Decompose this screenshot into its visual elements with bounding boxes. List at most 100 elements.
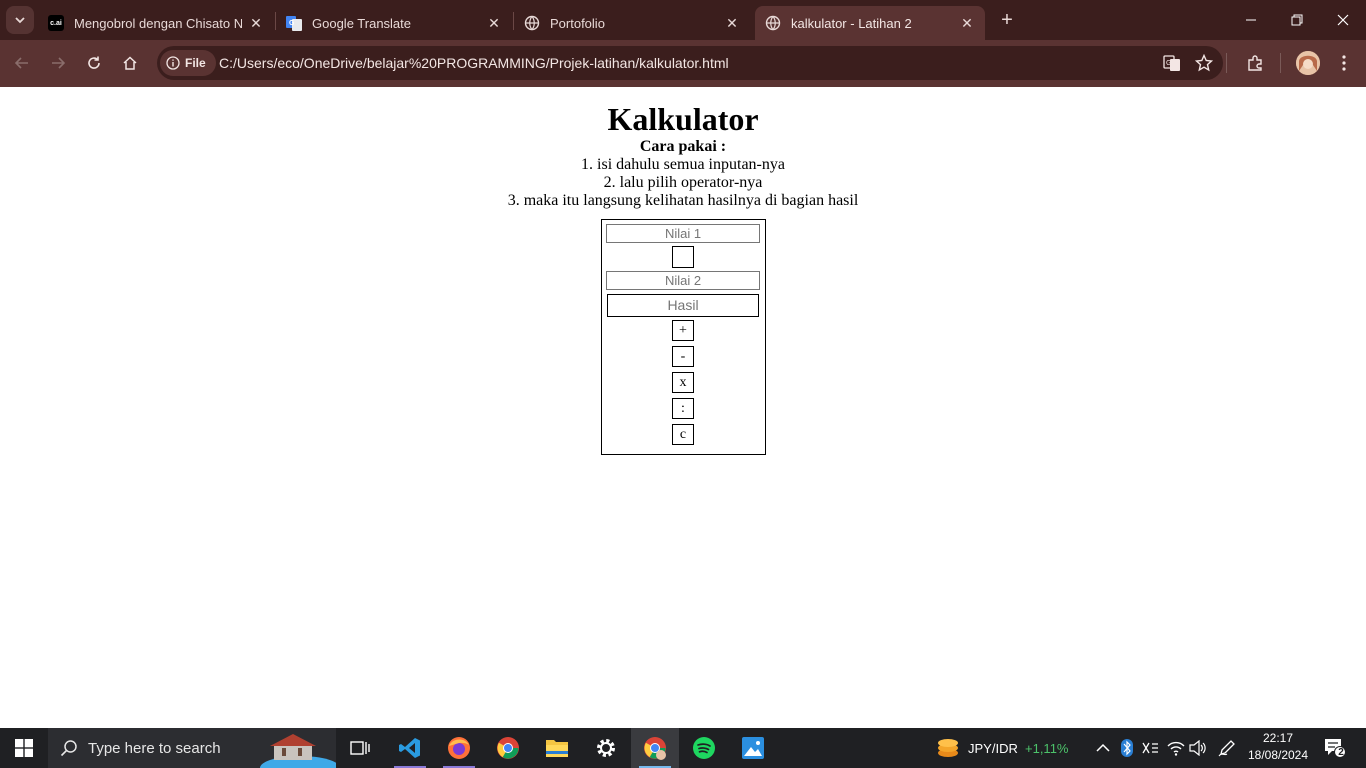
- menu-kebab-icon[interactable]: [1332, 51, 1356, 75]
- instructions-heading: Cara pakai :: [639, 138, 727, 155]
- minimize-icon: [1246, 19, 1256, 21]
- stock-widget-icon[interactable]: [936, 737, 960, 759]
- clock-time: 22:17: [1262, 731, 1294, 745]
- taskbar-clock[interactable]: 22:17 18/08/2024: [1240, 730, 1316, 764]
- keyboard-ime-icon[interactable]: [1141, 740, 1159, 756]
- tab-google-translate[interactable]: G Google Translate ✕: [276, 6, 512, 40]
- wifi-icon[interactable]: [1167, 740, 1185, 756]
- bluetooth-icon[interactable]: [1121, 739, 1133, 757]
- gear-icon: [597, 739, 615, 757]
- tab-search-button[interactable]: [6, 6, 34, 34]
- taskbar-app-spotify[interactable]: [680, 728, 728, 768]
- back-button[interactable]: [8, 49, 36, 77]
- arrow-left-icon: [14, 57, 28, 69]
- taskbar-app-firefox[interactable]: [435, 728, 483, 768]
- instruction-step: 2. lalu pilih operator-nya: [603, 174, 763, 191]
- info-icon: [166, 56, 180, 70]
- taskbar-app-settings[interactable]: [582, 728, 630, 768]
- notification-count: 2: [1338, 747, 1344, 758]
- tab-title: Portofolio: [550, 15, 605, 31]
- close-tab-icon[interactable]: ✕: [724, 15, 740, 32]
- close-window-button[interactable]: [1320, 0, 1366, 40]
- url-text[interactable]: C:/Users/eco/OneDrive/belajar%20PROGRAMM…: [219, 55, 729, 71]
- taskbar-app-chrome[interactable]: [484, 728, 532, 768]
- result-output: Hasil: [607, 294, 759, 317]
- value-1-input[interactable]: Nilai 1: [606, 224, 760, 243]
- arrow-right-icon: [52, 57, 66, 69]
- restore-button[interactable]: [1274, 0, 1320, 40]
- site-chip-label: File: [185, 56, 206, 70]
- calculator-panel: Nilai 1 Nilai 2 Hasil + - x : c: [601, 219, 766, 455]
- task-view-button[interactable]: [336, 728, 384, 768]
- tab-portofolio[interactable]: Portofolio ✕: [514, 6, 750, 40]
- svg-text:G: G: [1166, 60, 1171, 67]
- volume-icon[interactable]: [1189, 740, 1207, 756]
- start-button[interactable]: [0, 728, 48, 768]
- close-icon: [1337, 14, 1349, 26]
- reload-icon: [88, 56, 100, 69]
- globe-icon: [524, 15, 540, 31]
- taskbar-app-photos[interactable]: [729, 728, 777, 768]
- tab-title: Google Translate: [312, 15, 412, 31]
- value-2-input[interactable]: Nilai 2: [606, 271, 760, 290]
- windows-taskbar: Type here to search JPY/IDR +1,11% 2: [0, 728, 1366, 768]
- tab-title: kalkulator - Latihan 2: [791, 15, 912, 31]
- chevron-up-icon[interactable]: [1096, 743, 1110, 753]
- minimize-button[interactable]: [1228, 0, 1274, 40]
- toolbar-divider: [1280, 53, 1281, 73]
- chrome-icon: [497, 737, 519, 759]
- vscode-icon: [399, 738, 420, 758]
- close-tab-icon[interactable]: ✕: [959, 15, 975, 32]
- firefox-icon: [448, 737, 470, 759]
- divide-button[interactable]: :: [672, 398, 694, 419]
- operator-display: [672, 246, 694, 268]
- stock-ticker[interactable]: JPY/IDR: [968, 741, 1018, 756]
- pen-icon[interactable]: [1218, 739, 1236, 757]
- translate-page-icon[interactable]: G: [1160, 51, 1184, 75]
- bookmark-star-icon[interactable]: [1192, 51, 1216, 75]
- restore-icon: [1291, 14, 1303, 26]
- clear-button[interactable]: c: [672, 424, 694, 445]
- profile-avatar[interactable]: [1296, 51, 1320, 75]
- stock-change: +1,11%: [1025, 741, 1069, 756]
- photos-icon: [742, 737, 764, 759]
- instructions: Cara pakai : 1. isi dahulu semua inputan…: [0, 138, 1366, 210]
- close-tab-icon[interactable]: ✕: [486, 15, 502, 32]
- home-icon: [123, 56, 137, 70]
- new-tab-button[interactable]: +: [995, 8, 1019, 32]
- taskbar-app-file-explorer[interactable]: [533, 728, 581, 768]
- taskbar-app-vscode[interactable]: [386, 728, 434, 768]
- folder-icon: [546, 740, 568, 757]
- spotify-icon: [693, 737, 715, 759]
- instruction-step: 1. isi dahulu semua inputan-nya: [581, 156, 785, 173]
- reload-button[interactable]: [80, 49, 108, 77]
- add-button[interactable]: +: [672, 320, 694, 341]
- google-translate-icon: G: [286, 15, 302, 31]
- page-title: Kalkulator: [607, 101, 759, 137]
- svg-text:G: G: [289, 20, 295, 27]
- extensions-puzzle-icon[interactable]: [1243, 51, 1267, 75]
- search-highlight-illustration: [260, 734, 336, 768]
- tab-character-ai[interactable]: c.ai Mengobrol dengan Chisato Nishikigi …: [38, 6, 274, 40]
- instruction-step: 3. maka itu langsung kelihatan hasilnya …: [507, 192, 859, 209]
- tab-kalkulator[interactable]: kalkulator - Latihan 2 ✕: [755, 6, 985, 40]
- browser-tab-strip: c.ai Mengobrol dengan Chisato Nishikigi …: [0, 0, 1366, 40]
- forward-button[interactable]: [44, 49, 72, 77]
- clock-date: 18/08/2024: [1247, 748, 1309, 762]
- subtract-button[interactable]: -: [672, 346, 694, 367]
- taskbar-search-placeholder: Type here to search: [88, 740, 221, 757]
- globe-icon: [765, 15, 781, 31]
- character-ai-icon: c.ai: [48, 15, 64, 31]
- task-view-icon: [350, 741, 370, 755]
- home-button[interactable]: [116, 49, 144, 77]
- site-info-chip[interactable]: File: [160, 50, 216, 76]
- multiply-button[interactable]: x: [672, 372, 694, 393]
- chevron-down-icon: [15, 17, 25, 24]
- tab-title: Mengobrol dengan Chisato Nishikigi: [74, 15, 242, 31]
- chrome-icon: [644, 737, 666, 760]
- windows-logo-icon: [15, 739, 33, 757]
- toolbar-divider: [1226, 53, 1227, 73]
- taskbar-app-chrome-profile[interactable]: [631, 728, 679, 768]
- close-tab-icon[interactable]: ✕: [248, 15, 264, 32]
- search-icon: [60, 740, 77, 757]
